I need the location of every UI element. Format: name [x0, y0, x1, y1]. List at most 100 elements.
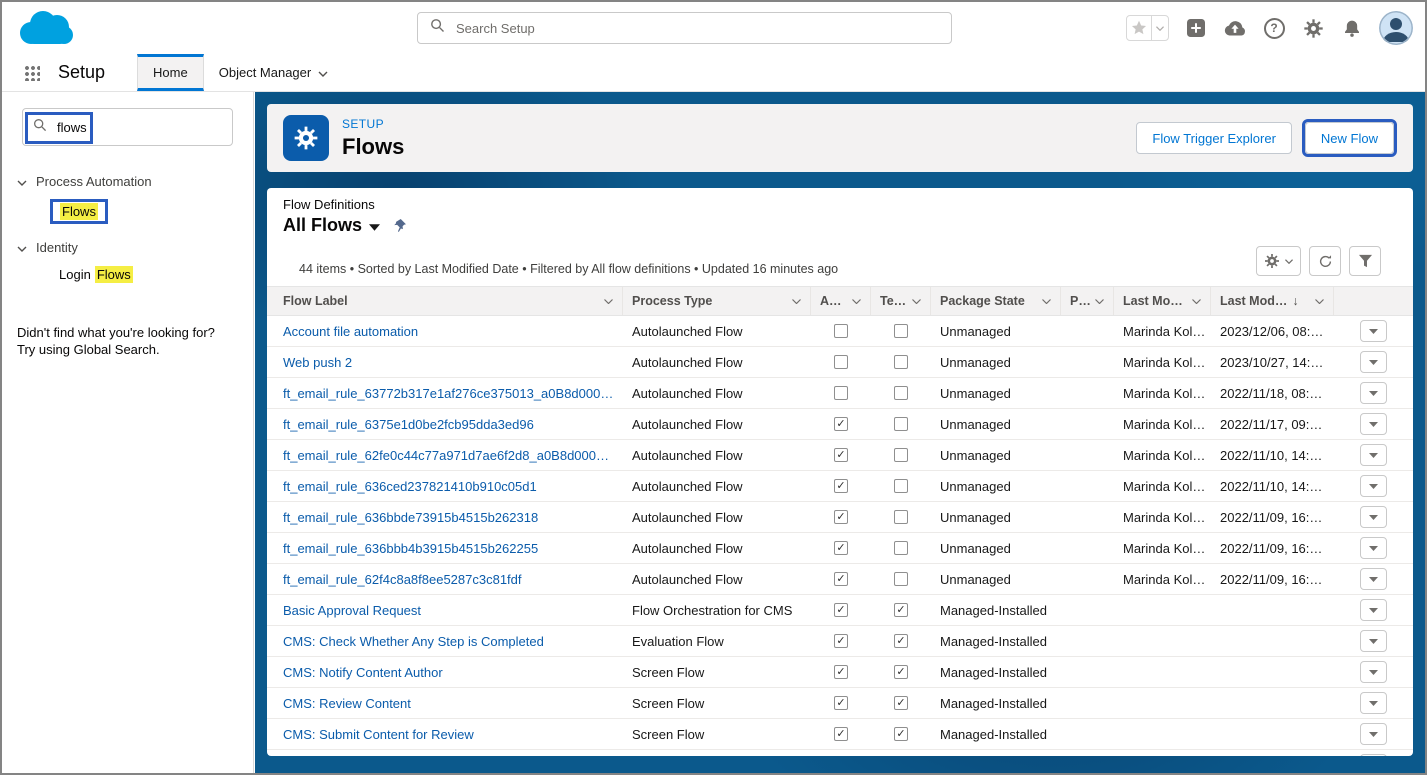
tab-home-label: Home: [153, 65, 188, 80]
flow-label-link[interactable]: ft_email_rule_6375e1d0be2fcb95dda3ed96: [283, 417, 534, 432]
package-state-cell: Unmanaged: [931, 510, 1061, 525]
flow-label-cell: ft_email_rule_62f4c8a8f8ee5287c3c81fdf: [267, 572, 623, 587]
flow-label-link[interactable]: Account file automation: [283, 324, 418, 339]
column-header[interactable]: Package State: [931, 287, 1061, 315]
help-icon[interactable]: ?: [1262, 16, 1286, 40]
active-cell: ✓: [811, 448, 871, 462]
row-actions-button[interactable]: [1360, 630, 1387, 652]
row-actions-button[interactable]: [1360, 754, 1387, 756]
checked-checkbox-icon: ✓: [834, 510, 848, 524]
global-search-input[interactable]: [454, 20, 939, 37]
salesforce-logo[interactable]: [16, 8, 76, 55]
flow-trigger-explorer-button[interactable]: Flow Trigger Explorer: [1136, 122, 1292, 154]
unchecked-checkbox-icon: [894, 324, 908, 338]
row-actions-button[interactable]: [1360, 351, 1387, 373]
template-cell: [871, 355, 931, 369]
list-settings-button[interactable]: [1256, 246, 1301, 276]
question-mark: ?: [1264, 18, 1285, 39]
tab-object-manager[interactable]: Object Manager: [204, 54, 344, 91]
active-cell: ✓: [811, 634, 871, 648]
process-type-cell: Autolaunched Flow: [623, 510, 811, 525]
sidebar-section-process-automation[interactable]: Process Automation: [2, 174, 253, 189]
filter-button[interactable]: [1349, 246, 1381, 276]
column-header[interactable]: P…: [1061, 287, 1114, 315]
global-search-hint: Didn't find what you're looking for? Try…: [17, 324, 233, 358]
column-header[interactable]: Last Mo…: [1114, 287, 1211, 315]
global-actions-icon[interactable]: [1184, 16, 1208, 40]
row-actions-button[interactable]: [1360, 320, 1387, 342]
template-cell: [871, 541, 931, 555]
row-actions-cell: [1334, 351, 1413, 373]
sidebar-item-login-flows[interactable]: LoginFlows: [59, 267, 133, 282]
row-actions-button[interactable]: [1360, 506, 1387, 528]
user-avatar[interactable]: [1379, 11, 1413, 45]
row-actions-button[interactable]: [1360, 413, 1387, 435]
flow-label-cell: ft_email_rule_636ced237821410b910c05d1: [267, 479, 623, 494]
row-actions-button[interactable]: [1360, 382, 1387, 404]
sidebar-section-identity[interactable]: Identity: [2, 240, 253, 255]
new-flow-button[interactable]: New Flow: [1305, 122, 1394, 154]
last-modified-by-cell: Marinda Kol…: [1114, 355, 1211, 370]
row-actions-button[interactable]: [1360, 723, 1387, 745]
process-type-cell: Screen Flow: [623, 696, 811, 711]
app-name: Setup: [58, 54, 105, 91]
refresh-button[interactable]: [1309, 246, 1341, 276]
row-actions-button[interactable]: [1360, 692, 1387, 714]
flow-label-link[interactable]: ft_email_rule_62f4c8a8f8ee5287c3c81fdf: [283, 572, 522, 587]
flow-label-link[interactable]: Web push 2: [283, 355, 352, 370]
flow-label-link[interactable]: ft_email_rule_62fe0c44c77a971d7ae6f2d8_a…: [283, 448, 614, 463]
unchecked-checkbox-icon: [834, 355, 848, 369]
row-actions-button[interactable]: [1360, 661, 1387, 683]
quick-find-search[interactable]: [22, 108, 233, 146]
process-type-cell: Autolaunched Flow: [623, 417, 811, 432]
favorites-star-icon[interactable]: [1127, 20, 1151, 36]
active-cell: ✓: [811, 572, 871, 586]
pin-list-icon[interactable]: [392, 218, 407, 233]
row-actions-button[interactable]: [1360, 475, 1387, 497]
template-cell: [871, 417, 931, 431]
flow-label-link[interactable]: CMS: Check Whether Any Step is Completed: [283, 634, 544, 649]
flow-label-link[interactable]: ft_email_rule_636ced237821410b910c05d1: [283, 479, 537, 494]
chevron-down-icon: [369, 215, 380, 236]
column-header[interactable]: Flow Label: [267, 287, 623, 315]
notifications-bell-icon[interactable]: [1340, 16, 1364, 40]
unchecked-checkbox-icon: [894, 448, 908, 462]
row-actions-button[interactable]: [1360, 599, 1387, 621]
last-modified-date-cell: 2023/12/06, 08:…: [1211, 324, 1334, 339]
favorites-control[interactable]: [1126, 15, 1169, 41]
flow-label-link[interactable]: CMS: Notify Content Author: [283, 665, 443, 680]
setup-nav-bar: Setup Home Object Manager: [2, 54, 1425, 92]
last-modified-by-cell: Marinda Kol…: [1114, 572, 1211, 587]
list-meta: 44 items • Sorted by Last Modified Date …: [299, 262, 838, 276]
row-actions-button[interactable]: [1360, 568, 1387, 590]
checked-checkbox-icon: ✓: [894, 727, 908, 741]
column-header[interactable]: Te…: [871, 287, 931, 315]
global-search[interactable]: [417, 12, 952, 44]
column-header[interactable]: Process Type: [623, 287, 811, 315]
flow-label-link[interactable]: ft_email_rule_63772b317e1af276ce375013_a…: [283, 386, 614, 401]
flow-label-link[interactable]: ft_email_rule_636bbb4b3915b4515b262255: [283, 541, 538, 556]
flow-label-link[interactable]: ft_email_rule_636bbde73915b4515b262318: [283, 510, 538, 525]
column-header[interactable]: A…: [811, 287, 871, 315]
favorites-caret-icon[interactable]: [1151, 16, 1168, 40]
process-type-cell: Autolaunched Flow: [623, 448, 811, 463]
checked-checkbox-icon: ✓: [894, 603, 908, 617]
flow-label-link[interactable]: CMS: Review Content: [283, 696, 411, 711]
row-actions-button[interactable]: [1360, 444, 1387, 466]
app-launcher-icon[interactable]: [24, 65, 40, 81]
package-state-cell: Unmanaged: [931, 448, 1061, 463]
column-header[interactable]: Last Mod… ↓: [1211, 287, 1334, 315]
list-view-selector[interactable]: All Flows: [283, 215, 380, 236]
package-state-cell: Managed-Installed: [931, 665, 1061, 680]
sidebar-item-flows[interactable]: Flows: [60, 203, 98, 220]
sort-desc-arrow: ↓: [1292, 294, 1298, 308]
row-actions-button[interactable]: [1360, 537, 1387, 559]
table-header-row: Flow LabelProcess TypeA…Te…Package State…: [267, 286, 1413, 316]
quick-find-input[interactable]: [55, 119, 222, 136]
section-label: Process Automation: [36, 174, 152, 189]
deploy-cloud-icon[interactable]: [1223, 16, 1247, 40]
flow-label-link[interactable]: Basic Approval Request: [283, 603, 421, 618]
flow-label-link[interactable]: CMS: Submit Content for Review: [283, 727, 474, 742]
tab-home[interactable]: Home: [137, 54, 204, 91]
setup-gear-icon[interactable]: [1301, 16, 1325, 40]
